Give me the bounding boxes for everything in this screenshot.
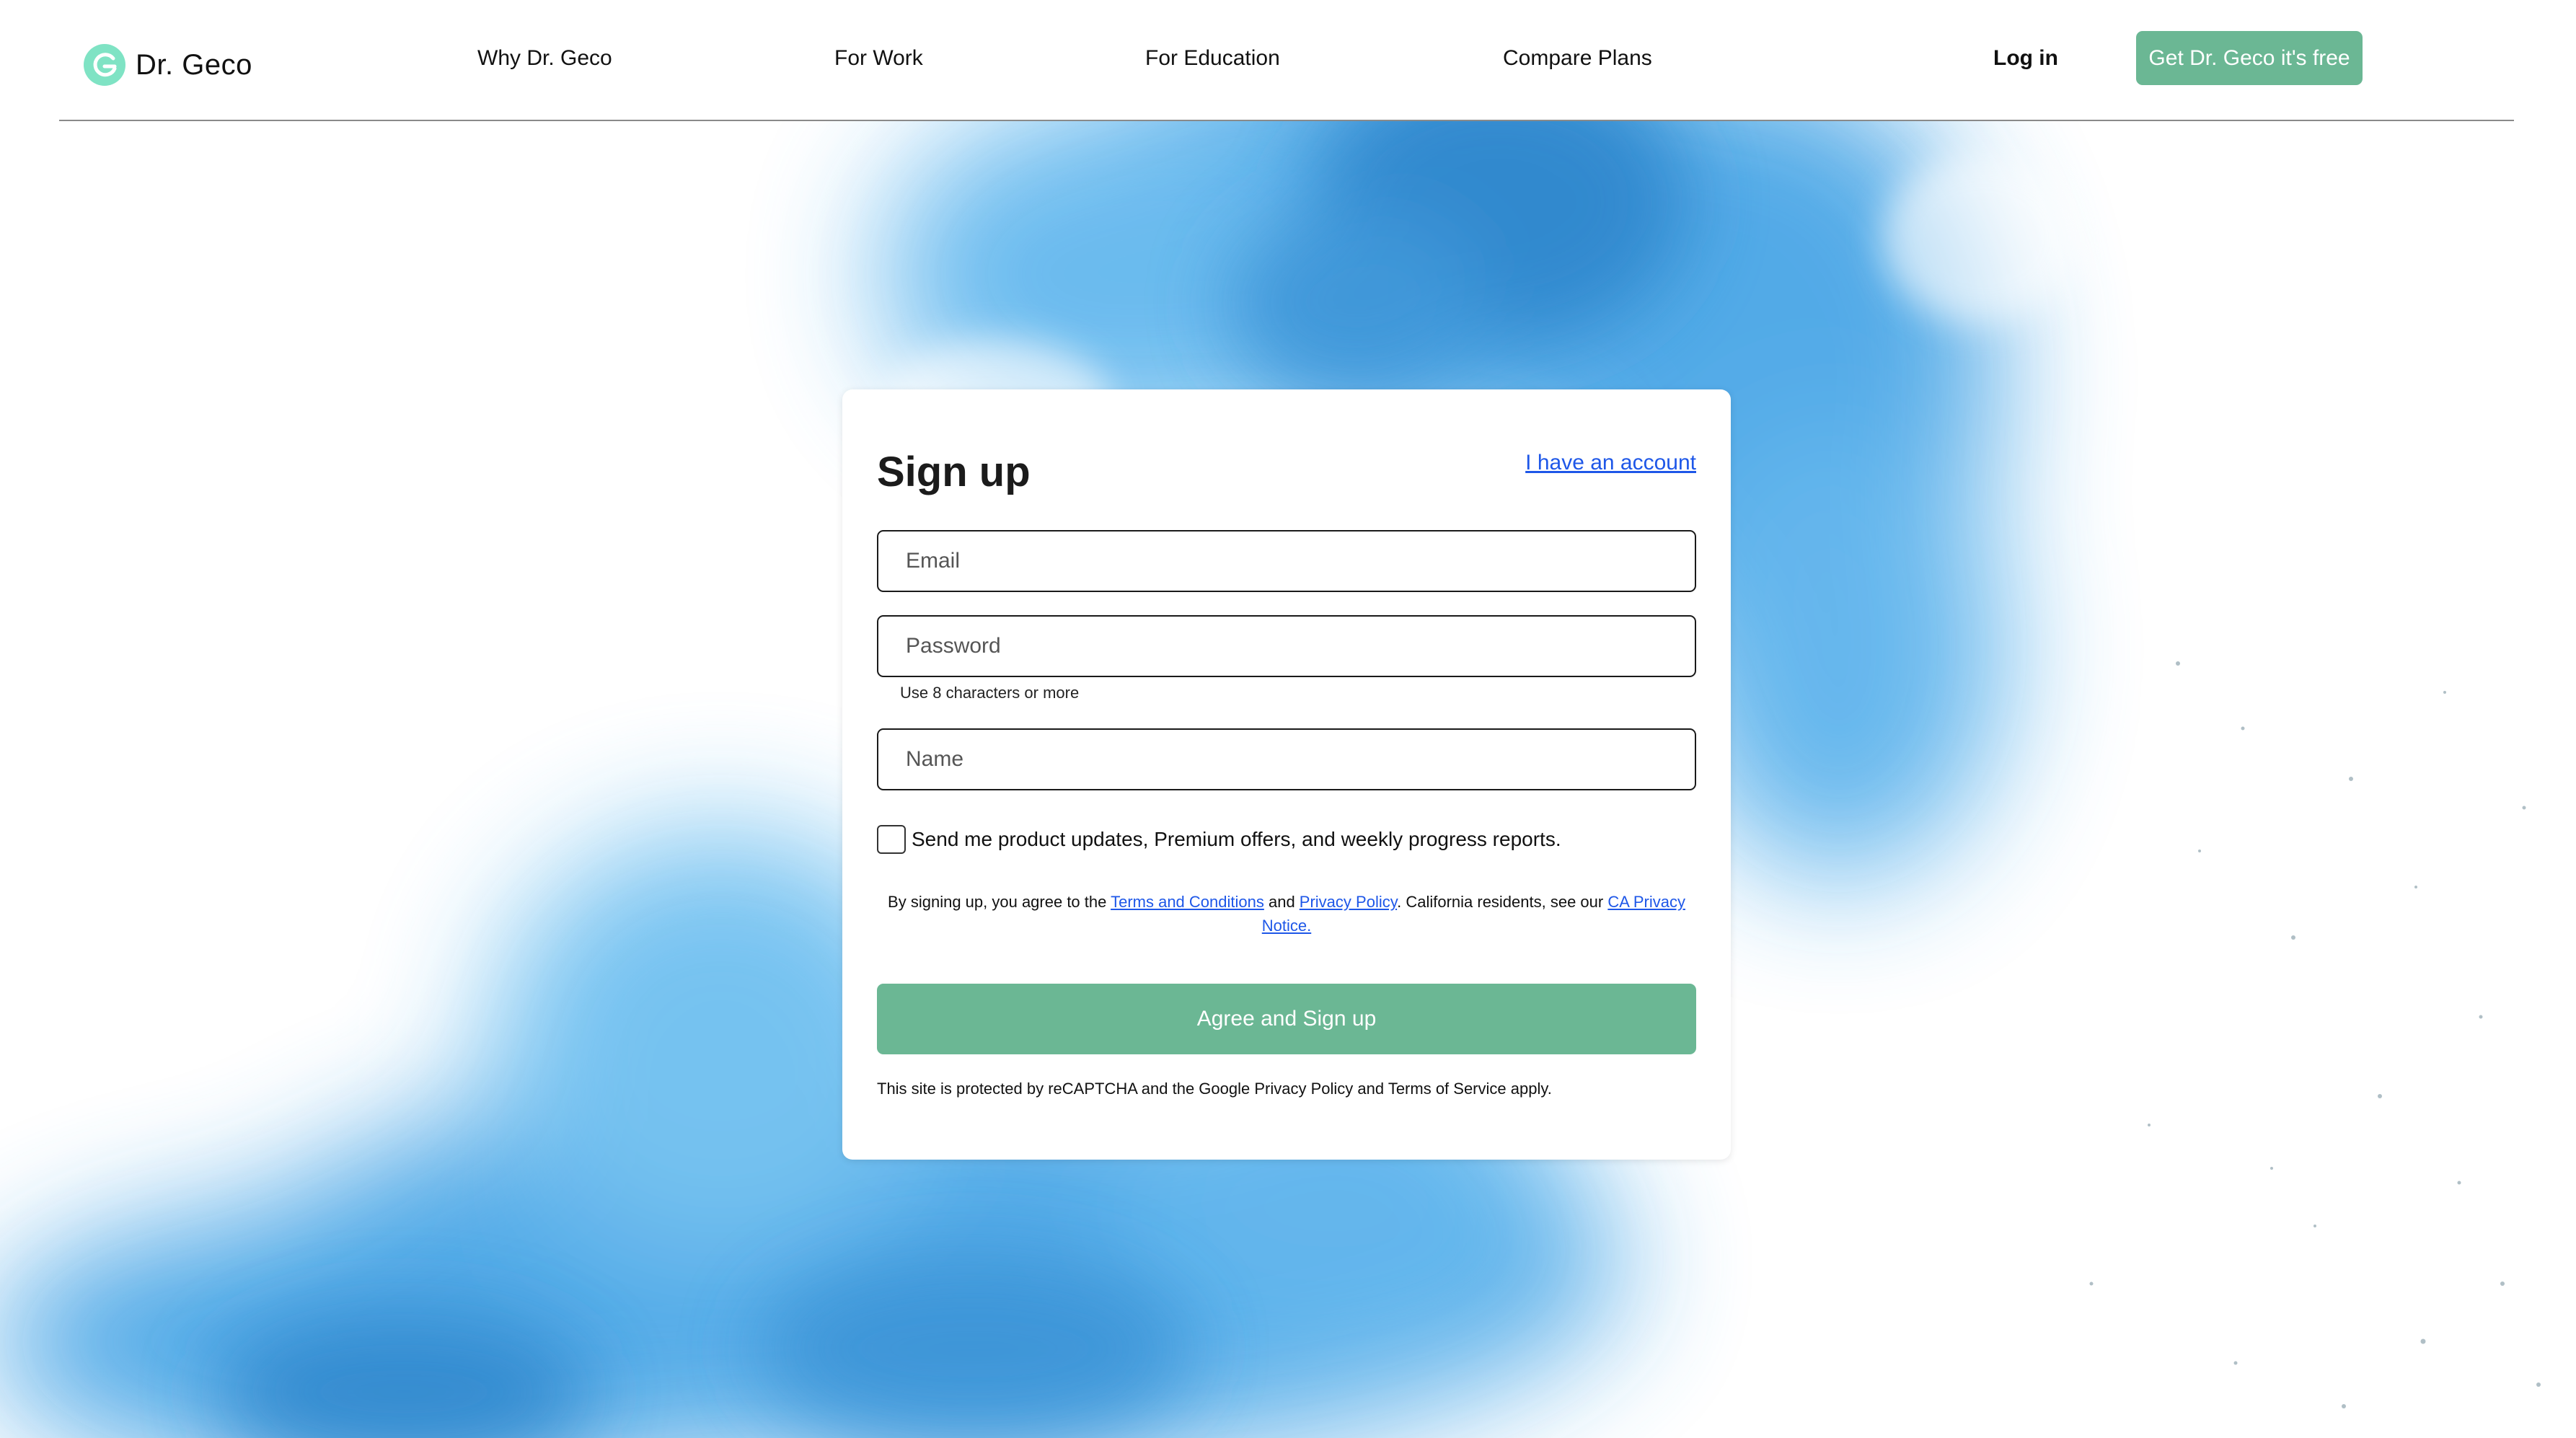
terms-middle: . California residents, see our xyxy=(1397,893,1608,911)
nav-for-work[interactable]: For Work xyxy=(834,43,923,74)
nav-why-dr-geco[interactable]: Why Dr. Geco xyxy=(477,43,612,74)
nav-compare-plans[interactable]: Compare Plans xyxy=(1503,43,1652,74)
get-started-button[interactable]: Get Dr. Geco it's free xyxy=(2136,31,2363,85)
terms-link[interactable]: Terms and Conditions xyxy=(1111,893,1264,911)
password-input[interactable] xyxy=(877,615,1696,677)
password-hint: Use 8 characters or more xyxy=(900,684,1080,702)
header-divider xyxy=(59,120,2514,121)
page-title: Sign up xyxy=(877,449,1031,495)
privacy-policy-link[interactable]: Privacy Policy xyxy=(1300,893,1397,911)
brand-name: Dr. Geco xyxy=(136,49,252,81)
agree-and-signup-button[interactable]: Agree and Sign up xyxy=(877,984,1696,1054)
signup-card: Sign up I have an account Use 8 characte… xyxy=(842,389,1731,1160)
terms-prefix: By signing up, you agree to the xyxy=(888,893,1111,911)
recaptcha-notice: This site is protected by reCAPTCHA and … xyxy=(877,1080,1552,1098)
marketing-checkbox[interactable] xyxy=(877,825,906,854)
login-link[interactable]: Log in xyxy=(1993,43,2058,74)
have-account-link[interactable]: I have an account xyxy=(1525,449,1696,477)
top-navigation-bar: Dr. Geco Why Dr. Geco For Work For Educa… xyxy=(0,0,2576,121)
name-input[interactable] xyxy=(877,728,1696,790)
brand-logo-icon xyxy=(84,44,125,86)
nav-for-education[interactable]: For Education xyxy=(1145,43,1280,74)
marketing-checkbox-label[interactable]: Send me product updates, Premium offers,… xyxy=(912,825,1561,854)
terms-and: and xyxy=(1263,893,1300,911)
terms-notice: By signing up, you agree to the Terms an… xyxy=(877,890,1696,938)
email-input[interactable] xyxy=(877,530,1696,592)
brand-logo[interactable]: Dr. Geco xyxy=(82,42,252,88)
